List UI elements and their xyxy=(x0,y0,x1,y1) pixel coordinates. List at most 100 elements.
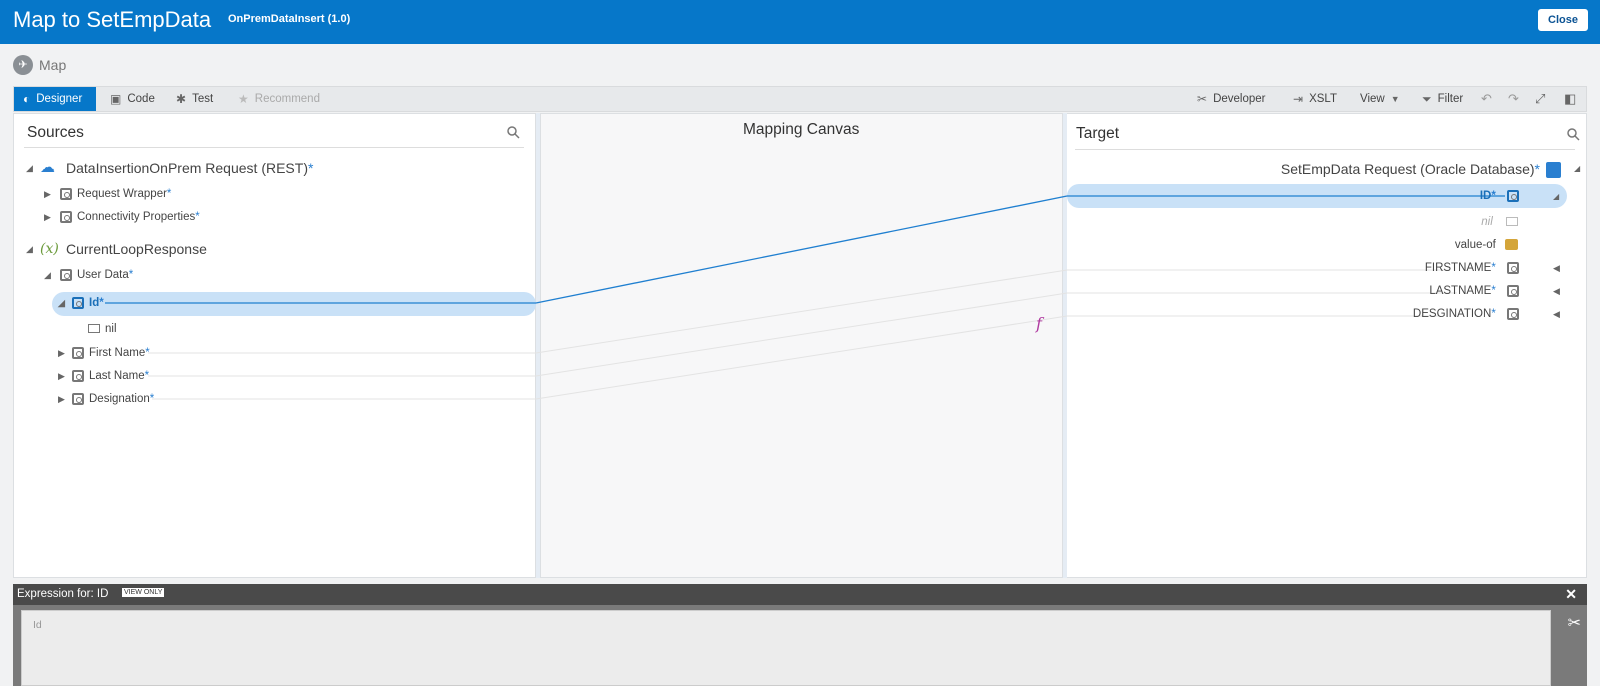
target-splitter[interactable] xyxy=(1063,113,1067,578)
tree-item-value-of[interactable]: value-of xyxy=(1455,235,1518,255)
expand-icon[interactable]: ⤢ xyxy=(1535,87,1545,111)
function-icon[interactable]: f xyxy=(1036,314,1042,333)
expand-icon[interactable]: ◀ xyxy=(1553,309,1560,320)
required-marker: * xyxy=(307,160,314,176)
wrench-icon[interactable]: ✂ xyxy=(1568,613,1581,633)
collapse-icon[interactable]: ◢ xyxy=(58,293,65,313)
element-icon xyxy=(72,392,84,405)
attribute-icon xyxy=(1506,217,1518,227)
xslt-button[interactable]: ⇥ XSLT xyxy=(1293,87,1337,111)
required-marker: * xyxy=(99,297,104,309)
wrench-icon: ✂ xyxy=(1197,92,1208,106)
view-label: View xyxy=(1360,93,1385,105)
required-marker: * xyxy=(166,188,172,200)
expand-icon[interactable]: ▶ xyxy=(58,366,65,386)
expression-header: Expression for: ID VIEW ONLY ✕ xyxy=(13,584,1587,605)
sources-splitter[interactable] xyxy=(536,113,540,578)
tree-item-target-nil[interactable]: nil xyxy=(1481,212,1518,232)
collapse-icon[interactable]: ◢ xyxy=(26,158,33,178)
expression-panel: Id ✂ xyxy=(13,605,1587,686)
map-icon: ✈ xyxy=(13,55,33,75)
tab-test-label: Test xyxy=(192,93,214,105)
element-icon xyxy=(60,268,72,281)
element-icon xyxy=(1507,307,1519,320)
filter-button[interactable]: ⏷ Filter xyxy=(1422,87,1463,111)
collapse-icon[interactable]: ◢ xyxy=(44,265,51,285)
target-designation-label: DESGINATION xyxy=(1412,308,1492,320)
title-bar: Map to SetEmpData OnPremDataInsert (1.0)… xyxy=(0,0,1600,44)
required-marker: * xyxy=(195,211,200,223)
expand-icon[interactable]: ▶ xyxy=(44,207,51,227)
canvas-title: Mapping Canvas xyxy=(743,121,860,138)
close-icon[interactable]: ✕ xyxy=(1565,586,1577,603)
target-firstname-label: FIRSTNAME xyxy=(1424,262,1492,274)
required-marker: * xyxy=(1491,262,1496,274)
element-icon xyxy=(60,210,72,223)
required-marker: * xyxy=(1491,190,1496,202)
request-wrapper-label: Request Wrapper xyxy=(77,188,167,200)
close-button[interactable]: Close xyxy=(1538,9,1588,31)
element-icon xyxy=(60,187,72,200)
tree-label: User Data* xyxy=(60,265,133,285)
xslt-label: XSLT xyxy=(1309,93,1337,105)
collapse-icon[interactable]: ◢ xyxy=(26,239,33,259)
expand-icon[interactable]: ▶ xyxy=(58,343,65,363)
tree-label: Designation* xyxy=(72,389,154,409)
value-of-label: value-of xyxy=(1454,239,1496,251)
breadcrumb-label: Map xyxy=(39,57,67,73)
filter-label: Filter xyxy=(1437,93,1464,105)
collapse-icon[interactable]: ◢ xyxy=(1553,192,1559,201)
element-icon xyxy=(72,346,84,359)
expand-icon[interactable]: ▶ xyxy=(44,184,51,204)
code-icon: ▣ xyxy=(110,92,122,106)
target-divider xyxy=(1075,149,1575,150)
required-marker: * xyxy=(145,347,150,359)
expression-editor[interactable]: Id xyxy=(21,610,1551,686)
source-root2-label: CurrentLoopResponse xyxy=(66,241,207,257)
designer-icon: ◐ xyxy=(23,92,31,106)
tab-designer[interactable]: ◐ Designer xyxy=(14,87,96,111)
value-of-icon xyxy=(1505,239,1518,251)
tab-code[interactable]: ▣ Code xyxy=(110,87,155,111)
view-menu[interactable]: View ▼ xyxy=(1360,87,1400,111)
undo-icon[interactable]: ↶ xyxy=(1481,87,1492,111)
expand-icon[interactable]: ◀ xyxy=(1553,286,1560,297)
sources-divider xyxy=(24,147,524,148)
tab-recommend[interactable]: ★ Recommend xyxy=(238,87,320,111)
database-icon xyxy=(1546,162,1561,178)
target-id-label: ID xyxy=(1479,190,1492,202)
tab-code-label: Code xyxy=(127,93,155,105)
tree-item-target-designation[interactable]: DESGINATION* xyxy=(1413,304,1524,324)
expand-icon[interactable]: ▶ xyxy=(58,389,65,409)
collapse-icon[interactable]: ◢ xyxy=(1574,164,1580,173)
chevron-down-icon: ▼ xyxy=(1390,94,1400,104)
tree-item-target-root[interactable]: SetEmpData Request (Oracle Database)* xyxy=(1281,159,1540,179)
tree-label: First Name* xyxy=(72,343,150,363)
required-marker: * xyxy=(144,370,150,382)
search-icon[interactable] xyxy=(507,126,520,139)
tree-label: Request Wrapper* xyxy=(60,184,171,204)
tab-recommend-label: Recommend xyxy=(254,93,320,105)
variable-icon: (x) xyxy=(40,241,59,257)
tree-item-nil[interactable]: nil xyxy=(88,319,117,339)
tree-item-target-firstname[interactable]: FIRSTNAME* xyxy=(1425,258,1524,278)
element-icon xyxy=(72,296,84,309)
star-icon: ★ xyxy=(238,92,249,106)
tree-item-target-lastname[interactable]: LASTNAME* xyxy=(1429,281,1524,301)
redo-icon[interactable]: ↷ xyxy=(1508,87,1519,111)
expand-icon[interactable]: ◀ xyxy=(1553,263,1560,274)
search-icon[interactable] xyxy=(1567,128,1580,141)
xslt-icon: ⇥ xyxy=(1293,92,1304,106)
tree-item-target-id[interactable]: ID* xyxy=(1480,186,1524,206)
developer-label: Developer xyxy=(1213,93,1266,105)
developer-button[interactable]: ✂ Developer xyxy=(1197,87,1265,111)
panel-toggle-icon[interactable]: ◧ xyxy=(1564,87,1576,111)
connectivity-label: Connectivity Properties xyxy=(77,211,196,223)
element-icon xyxy=(1507,189,1519,202)
required-marker: * xyxy=(1534,161,1540,177)
tab-test[interactable]: ✱ Test xyxy=(176,87,213,111)
source-root-label: DataInsertionOnPrem Request (REST) xyxy=(66,160,308,176)
target-lastname-label: LASTNAME xyxy=(1429,285,1492,297)
target-panel: Target xyxy=(1066,113,1587,578)
mapping-canvas[interactable]: Mapping Canvas xyxy=(540,113,1063,578)
